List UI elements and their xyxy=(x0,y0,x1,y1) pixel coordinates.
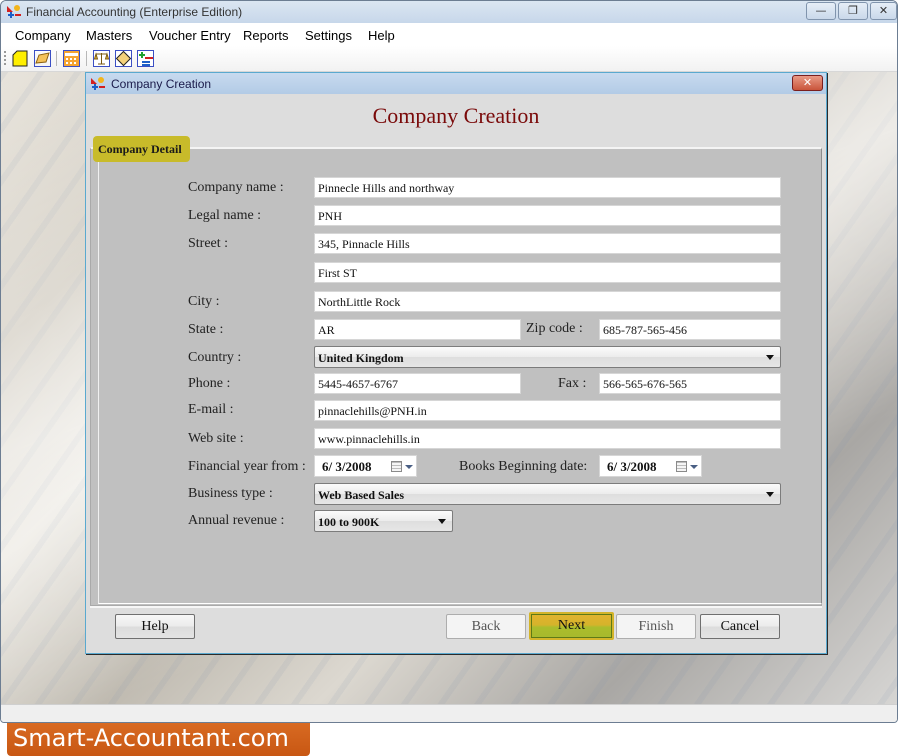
footer-divider xyxy=(90,606,822,608)
back-button[interactable]: Back xyxy=(446,614,526,639)
close-button[interactable]: ✕ xyxy=(870,2,897,20)
finish-button[interactable]: Finish xyxy=(616,614,696,639)
dialog-logo-icon xyxy=(91,77,105,90)
city-input[interactable]: NorthLittle Rock xyxy=(314,291,781,312)
cancel-button[interactable]: Cancel xyxy=(700,614,780,639)
add-remove-icon[interactable] xyxy=(137,50,154,67)
phone-label: Phone : xyxy=(188,376,231,391)
books-beginning-date-picker[interactable]: 6/ 3/2008 xyxy=(599,455,702,477)
balance-scale-icon[interactable] xyxy=(93,50,110,67)
website-input[interactable]: www.pinnaclehills.in xyxy=(314,428,781,449)
voucher-icon[interactable] xyxy=(115,50,132,67)
menu-voucher-entry[interactable]: Voucher Entry xyxy=(149,28,231,43)
calendar-icon[interactable] xyxy=(676,461,687,472)
status-bar xyxy=(1,704,897,722)
app-title: Financial Accounting (Enterprise Edition… xyxy=(26,5,243,19)
email-label: E-mail : xyxy=(188,402,234,417)
street-label: Street : xyxy=(188,236,229,251)
menu-settings[interactable]: Settings xyxy=(305,28,352,43)
financial-year-value: 6/ 3/2008 xyxy=(322,459,372,474)
menu-bar: Company Masters Voucher Entry Reports Se… xyxy=(1,23,897,46)
menu-company[interactable]: Company xyxy=(15,28,71,43)
fax-label: Fax : xyxy=(558,376,587,391)
restore-button[interactable]: ❐ xyxy=(838,2,868,20)
financial-year-date-picker[interactable]: 6/ 3/2008 xyxy=(314,455,417,477)
books-beginning-value: 6/ 3/2008 xyxy=(607,459,657,474)
country-select[interactable]: United Kingdom xyxy=(314,346,781,368)
legal-name-label: Legal name : xyxy=(188,208,262,223)
business-type-label: Business type : xyxy=(188,486,273,501)
company-name-input[interactable]: Pinnecle Hills and northway xyxy=(314,177,781,198)
app-titlebar: Financial Accounting (Enterprise Edition… xyxy=(1,1,897,23)
chevron-down-icon[interactable] xyxy=(690,465,698,469)
new-company-icon[interactable] xyxy=(12,50,29,67)
street-line2-input[interactable]: First ST xyxy=(314,262,781,283)
chevron-down-icon xyxy=(766,355,774,360)
website-label: Web site : xyxy=(188,431,244,446)
app-logo-icon xyxy=(7,5,21,18)
calendar-icon[interactable] xyxy=(391,461,402,472)
state-label: State : xyxy=(188,322,224,337)
company-name-label: Company name : xyxy=(188,180,284,195)
page-title: Company Creation xyxy=(372,103,540,128)
email-input[interactable]: pinnaclehills@PNH.in xyxy=(314,400,781,421)
annual-revenue-select[interactable]: 100 to 900K xyxy=(314,510,453,532)
legal-name-input[interactable]: PNH xyxy=(314,205,781,226)
annual-revenue-label: Annual revenue : xyxy=(188,513,285,528)
company-creation-dialog: Company Creation ✕ Company Creation Comp… xyxy=(85,72,827,654)
toolbar xyxy=(1,46,897,72)
zip-code-label: Zip code : xyxy=(526,321,583,336)
street-line1-input[interactable]: 345, Pinnacle Hills xyxy=(314,233,781,254)
open-company-icon[interactable] xyxy=(34,50,51,67)
dialog-close-button[interactable]: ✕ xyxy=(792,75,823,91)
chevron-down-icon[interactable] xyxy=(405,465,413,469)
phone-input[interactable]: 5445-4657-6767 xyxy=(314,373,521,394)
country-label: Country : xyxy=(188,350,242,365)
toolbar-separator xyxy=(86,51,87,66)
annual-revenue-value: 100 to 900K xyxy=(318,515,380,529)
state-input[interactable]: AR xyxy=(314,319,521,340)
tab-company-detail[interactable]: Company Detail xyxy=(93,136,190,162)
menu-reports[interactable]: Reports xyxy=(243,28,289,43)
menu-masters[interactable]: Masters xyxy=(86,28,132,43)
chevron-down-icon xyxy=(438,519,446,524)
country-value: United Kingdom xyxy=(318,351,404,365)
calculator-icon[interactable] xyxy=(63,50,80,67)
books-beginning-label: Books Beginning date: xyxy=(459,459,588,474)
help-button[interactable]: Help xyxy=(115,614,195,639)
zip-code-input[interactable]: 685-787-565-456 xyxy=(599,319,781,340)
next-button[interactable]: Next xyxy=(529,612,614,640)
chevron-down-icon xyxy=(766,492,774,497)
business-type-value: Web Based Sales xyxy=(318,488,405,502)
toolbar-grip[interactable] xyxy=(4,51,6,65)
minimize-button[interactable]: — xyxy=(806,2,836,20)
menu-help[interactable]: Help xyxy=(368,28,395,43)
dialog-title: Company Creation xyxy=(111,77,212,91)
dialog-titlebar: Company Creation ✕ xyxy=(86,73,826,94)
city-label: City : xyxy=(188,294,220,309)
fax-input[interactable]: 566-565-676-565 xyxy=(599,373,781,394)
business-type-select[interactable]: Web Based Sales xyxy=(314,483,781,505)
toolbar-separator xyxy=(56,51,57,66)
financial-year-label: Financial year from : xyxy=(188,459,306,474)
brand-banner: Smart-Accountant.com xyxy=(7,723,310,756)
